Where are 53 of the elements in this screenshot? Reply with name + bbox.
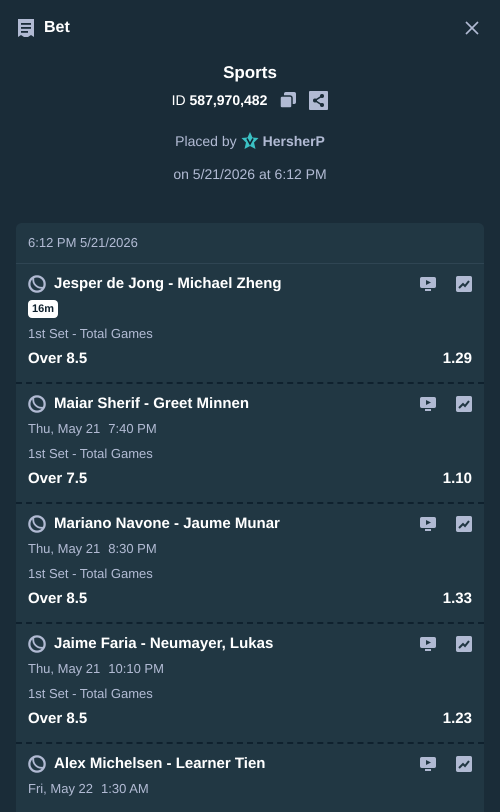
odds: 1.29: [442, 348, 472, 369]
match-date: Fri, May 22: [28, 780, 94, 798]
tennis-ball-icon: [28, 275, 46, 293]
market-name: 1st Set - Total Games: [28, 445, 153, 464]
selection: Over 7.5: [28, 468, 88, 489]
match-date: Thu, May 21: [28, 420, 100, 438]
tennis-ball-icon: [28, 395, 46, 413]
match-time: 7:40 PM: [108, 420, 157, 438]
share-icon[interactable]: [309, 90, 328, 110]
tennis-ball-icon: [28, 755, 46, 773]
match-title[interactable]: Mariano Navone - Jaume Munar: [54, 512, 412, 536]
selection: Over 8.5: [28, 588, 88, 609]
match-title[interactable]: Jesper de Jong - Michael Zheng: [54, 272, 412, 296]
close-icon: [464, 20, 480, 36]
live-stream-icon[interactable]: [420, 516, 436, 532]
odds: 1.23: [442, 708, 472, 729]
match-time: 8:30 PM: [108, 540, 157, 558]
username-link[interactable]: HersherP: [262, 130, 325, 152]
copy-icon[interactable]: [279, 91, 298, 109]
match-title[interactable]: Alex Michelsen - Learner Tien: [54, 752, 412, 776]
chart-icon[interactable]: [456, 516, 472, 532]
market-name: 1st Set - Total Games: [28, 565, 153, 584]
selection: Over 8.5: [28, 708, 88, 729]
live-time-badge: 16m: [28, 300, 58, 318]
bet-type: Sports: [223, 62, 277, 84]
match-title[interactable]: Jaime Faria - Neumayer, Lukas: [54, 632, 412, 656]
chart-icon[interactable]: [456, 636, 472, 652]
chart-icon[interactable]: [456, 276, 472, 292]
live-stream-icon[interactable]: [420, 756, 436, 772]
market-name: 1st Set - Total Games: [28, 325, 153, 344]
live-stream-icon[interactable]: [420, 636, 436, 652]
match-date: Thu, May 21: [28, 660, 100, 678]
live-stream-icon[interactable]: [420, 276, 436, 292]
tennis-ball-icon: [28, 515, 46, 533]
live-stream-icon[interactable]: [420, 396, 436, 412]
match-time: 10:10 PM: [108, 660, 164, 678]
receipt-icon: [16, 18, 36, 38]
market-name: 1st Set - Total Games: [28, 685, 153, 704]
tennis-ball-icon: [28, 635, 46, 653]
match-time: 1:30 AM: [101, 780, 149, 798]
chart-icon[interactable]: [456, 396, 472, 412]
match-title[interactable]: Maiar Sherif - Greet Minnen: [54, 392, 412, 416]
odds: 1.33: [442, 588, 472, 609]
chart-icon[interactable]: [456, 756, 472, 772]
placed-date: on 5/21/2026 at 6:12 PM: [173, 164, 327, 184]
panel-title: Bet: [44, 18, 71, 38]
bet-id: ID 587,970,482: [172, 90, 268, 110]
odds: 1.10: [442, 468, 472, 489]
match-date: Thu, May 21: [28, 540, 100, 558]
placed-by-label: Placed by: [175, 132, 237, 151]
selection: Over 8.5: [28, 348, 88, 369]
bet-timestamp: 6:12 PM 5/21/2026: [28, 234, 138, 250]
star-badge-icon: [240, 132, 259, 150]
